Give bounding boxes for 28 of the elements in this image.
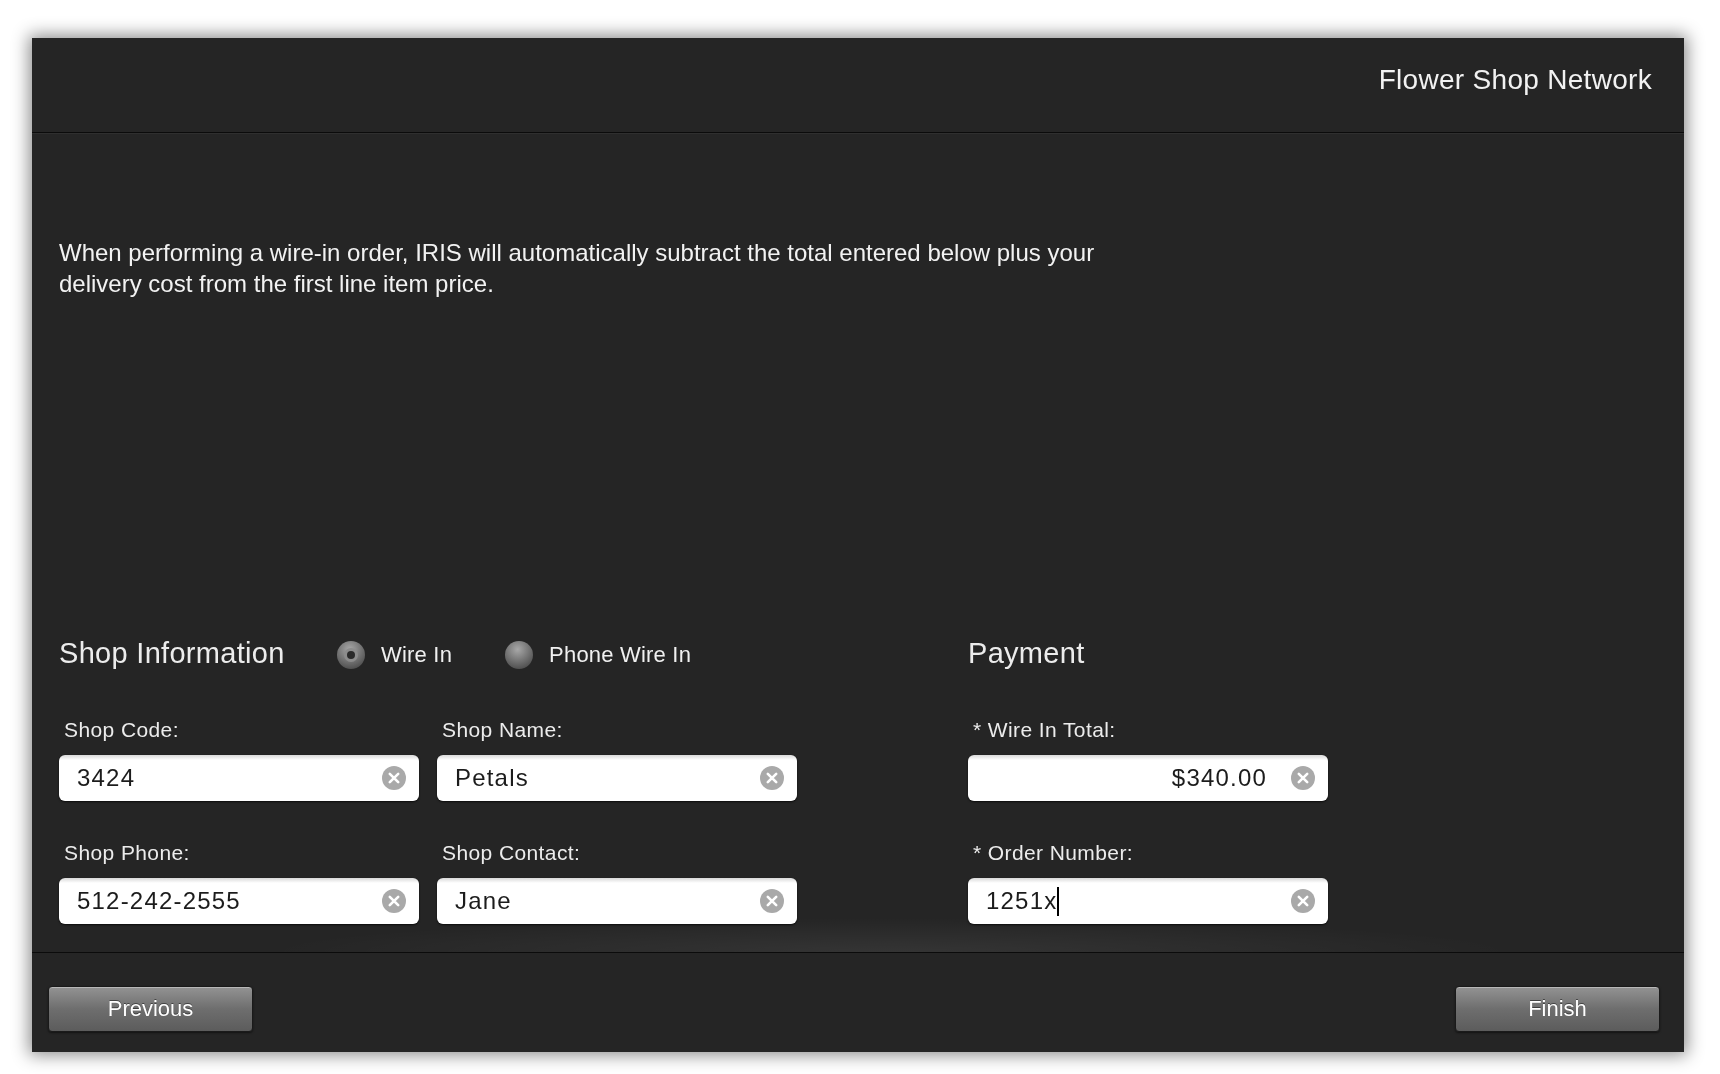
input-field[interactable]: $340.00 xyxy=(968,755,1328,801)
app-title: Flower Shop Network xyxy=(1378,64,1652,96)
input-field[interactable]: 1251x xyxy=(968,878,1328,924)
input-field[interactable]: Petals xyxy=(437,755,797,801)
instructions-text: When performing a wire-in order, IRIS will automatically subtract the total entered below plus your delivery cost from the first line item price. xyxy=(59,238,1096,299)
field-label: * Order Number: xyxy=(972,841,1134,865)
input-field[interactable]: 512-242-2555 xyxy=(59,878,419,924)
footer-button[interactable]: Previous xyxy=(48,986,253,1032)
clear-icon[interactable] xyxy=(382,766,406,790)
input-field[interactable]: Jane xyxy=(437,878,797,924)
field-label: Shop Name: xyxy=(441,718,563,742)
clear-icon[interactable] xyxy=(760,889,784,913)
clear-icon[interactable] xyxy=(1291,889,1315,913)
section-heading: Payment xyxy=(968,636,1085,670)
field-label: Shop Phone: xyxy=(63,841,190,865)
section-heading: Shop Information xyxy=(59,636,286,670)
clear-icon[interactable] xyxy=(760,766,784,790)
field-label: * Wire In Total: xyxy=(972,718,1116,742)
radio-icon[interactable] xyxy=(505,641,534,669)
radio-option[interactable]: Phone Wire In xyxy=(505,641,692,669)
radio-icon[interactable] xyxy=(337,641,365,669)
clear-icon[interactable] xyxy=(1291,766,1315,790)
field-label: Shop Code: xyxy=(63,718,179,742)
clear-icon[interactable] xyxy=(382,889,406,913)
footer-button[interactable]: Finish xyxy=(1455,986,1660,1032)
input-field[interactable]: 3424 xyxy=(59,755,419,801)
field-label: Shop Contact: xyxy=(441,841,581,865)
radio-option[interactable]: Wire In xyxy=(337,641,453,669)
